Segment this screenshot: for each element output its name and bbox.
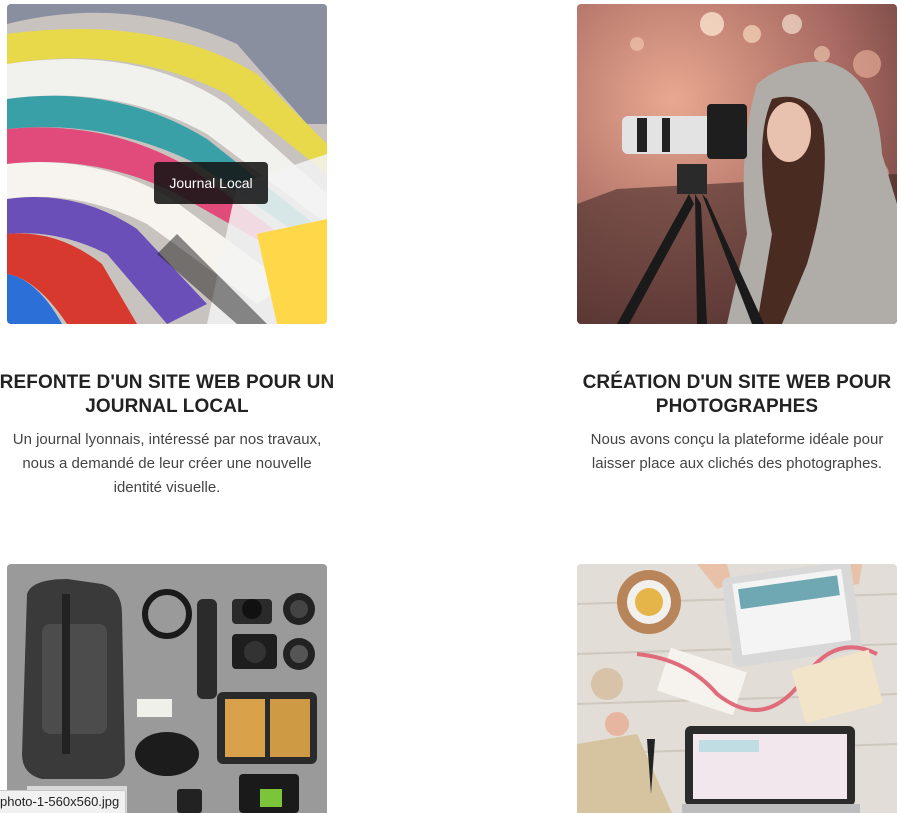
image-tooltip: Journal Local bbox=[154, 162, 268, 204]
project-title[interactable]: CRÉATION D'UN SITE WEB POUR PHOTOGRAPHES bbox=[567, 371, 901, 419]
workspace-image[interactable] bbox=[577, 564, 897, 813]
project-description: Un journal lyonnais, intéressé par nos t… bbox=[12, 431, 322, 496]
link-status-url: photo-1-560x560.jpg bbox=[0, 790, 127, 813]
photographer-image[interactable] bbox=[577, 4, 897, 324]
camera-gear-image[interactable] bbox=[7, 564, 327, 813]
project-description: Nous avons conçu la plateforme idéale po… bbox=[590, 431, 884, 472]
project-title[interactable]: REFONTE D'UN SITE WEB POUR UN JOURNAL LO… bbox=[0, 371, 337, 419]
